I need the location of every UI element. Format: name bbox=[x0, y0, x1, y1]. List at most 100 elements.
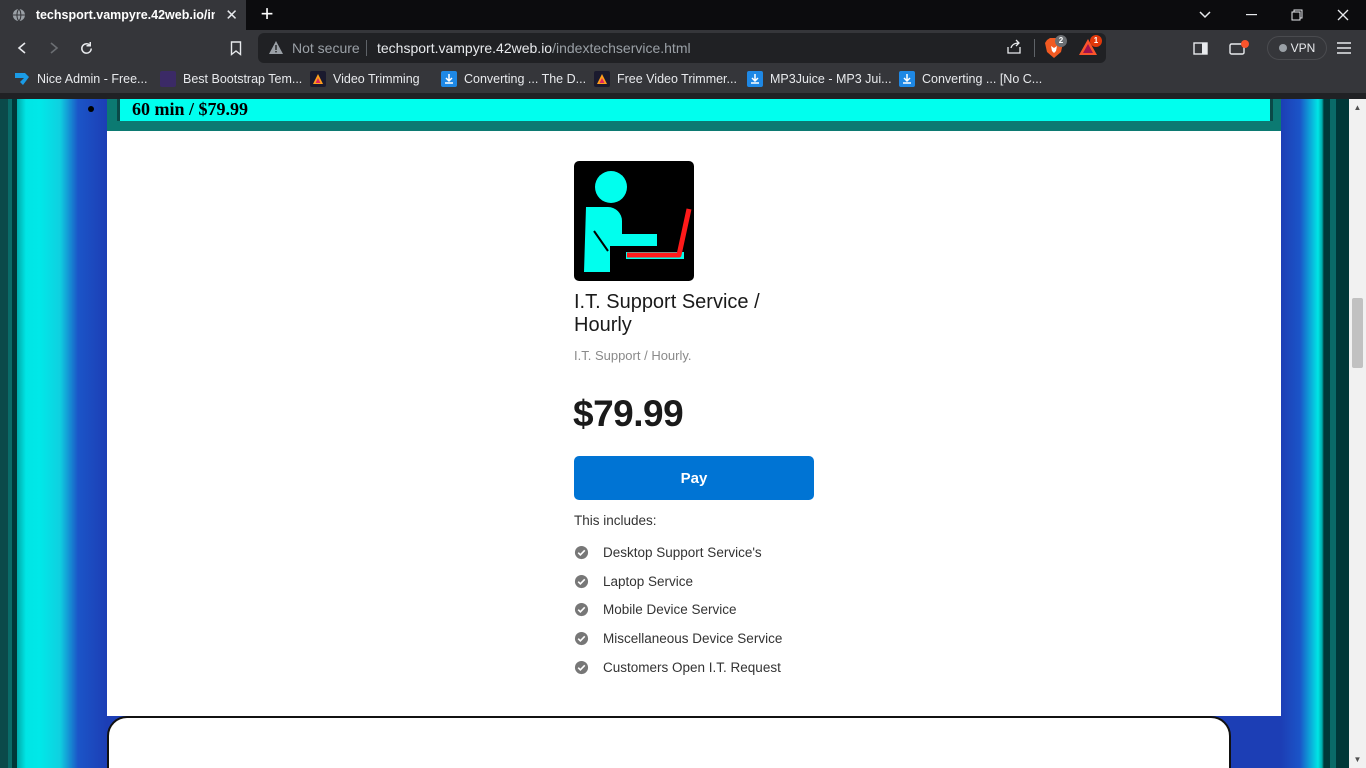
price-banner-inner: 60 min / $79.99 bbox=[117, 99, 1273, 121]
page-viewport: 60 min / $79.99 I.T. Support Service / H… bbox=[0, 99, 1349, 768]
nice-admin-icon bbox=[14, 71, 30, 87]
feature-item: Laptop Service bbox=[574, 567, 782, 596]
bookmark-item-video-trimming[interactable]: Video Trimming bbox=[310, 71, 420, 87]
rewards-count-badge: 1 bbox=[1090, 35, 1102, 47]
bookmark-item-nice-admin[interactable]: Nice Admin - Free... bbox=[14, 71, 147, 87]
minimize-button[interactable] bbox=[1228, 0, 1274, 30]
url-host: techsport.vampyre.42web.io bbox=[377, 40, 553, 56]
url-path: /indextechservice.html bbox=[552, 40, 691, 56]
includes-label: This includes: bbox=[574, 513, 657, 528]
bootstrap-icon bbox=[160, 71, 176, 87]
wallet-icon bbox=[1229, 40, 1249, 55]
url-text[interactable]: techsport.vampyre.42web.io/indextechserv… bbox=[377, 40, 691, 56]
security-label: Not secure bbox=[292, 40, 360, 56]
tab-close-icon[interactable]: ✕ bbox=[225, 6, 238, 24]
bookmark-label: Nice Admin - Free... bbox=[37, 72, 148, 86]
share-icon[interactable] bbox=[1006, 39, 1022, 55]
scroll-up-arrow-icon[interactable]: ▲ bbox=[1349, 99, 1366, 116]
bookmark-label: Free Video Trimmer... bbox=[617, 72, 737, 86]
product-subtitle: I.T. Support / Hourly. bbox=[574, 348, 692, 363]
back-arrow-icon bbox=[17, 42, 26, 54]
globe-icon bbox=[12, 8, 25, 22]
bookmark-button[interactable] bbox=[224, 36, 248, 60]
bookmark-label: Video Trimming bbox=[333, 72, 420, 86]
address-bar[interactable]: Not secure techsport.vampyre.42web.io/in… bbox=[258, 33, 1106, 63]
browser-tab[interactable]: techsport.vampyre.42web.io/indextechserv… bbox=[0, 0, 246, 30]
it-support-person-icon bbox=[584, 171, 692, 272]
price-banner: 60 min / $79.99 bbox=[107, 99, 1281, 131]
forward-button[interactable] bbox=[42, 36, 66, 60]
product-title: I.T. Support Service / Hourly bbox=[574, 291, 760, 336]
vpn-label: VPN bbox=[1290, 41, 1316, 55]
mp3juice-icon bbox=[747, 71, 763, 87]
feature-text: Laptop Service bbox=[603, 573, 694, 589]
bookmark-item-bootstrap[interactable]: Best Bootstrap Tem... bbox=[160, 71, 302, 87]
feature-item: Desktop Support Service's bbox=[574, 538, 782, 567]
bookmark-label: Converting ... The D... bbox=[464, 72, 587, 86]
bookmark-item-free-video-trimmer[interactable]: Free Video Trimmer... bbox=[594, 71, 737, 87]
reload-button[interactable] bbox=[74, 36, 98, 60]
feature-item: Customers Open I.T. Request bbox=[574, 653, 782, 682]
scroll-down-arrow-icon[interactable]: ▼ bbox=[1349, 751, 1366, 768]
hamburger-menu-icon bbox=[1337, 42, 1351, 54]
browser-toolbar: Not secure techsport.vampyre.42web.io/in… bbox=[0, 30, 1366, 66]
bookmark-item-mp3juice[interactable]: MP3Juice - MP3 Jui... bbox=[747, 71, 892, 87]
feature-text: Desktop Support Service's bbox=[603, 544, 762, 560]
check-circle-icon bbox=[574, 574, 589, 588]
next-section-panel bbox=[107, 716, 1231, 768]
back-button[interactable] bbox=[10, 36, 34, 60]
new-tab-button[interactable]: + bbox=[255, 3, 279, 27]
pay-button[interactable]: Pay bbox=[574, 456, 814, 500]
menu-button[interactable] bbox=[1332, 36, 1356, 60]
bookmark-icon bbox=[230, 40, 242, 56]
feature-text: Miscellaneous Device Service bbox=[603, 631, 783, 647]
check-circle-icon bbox=[574, 545, 589, 559]
close-icon bbox=[1337, 9, 1349, 21]
chevron-down-icon bbox=[1199, 11, 1211, 19]
restore-button[interactable] bbox=[1274, 0, 1320, 30]
list-bullet bbox=[88, 106, 94, 112]
download-icon bbox=[441, 71, 457, 87]
warning-icon bbox=[269, 41, 283, 54]
tab-strip: techsport.vampyre.42web.io/indextechserv… bbox=[0, 0, 1366, 30]
product-image bbox=[574, 161, 694, 281]
scroll-thumb[interactable] bbox=[1352, 298, 1363, 368]
check-circle-icon bbox=[574, 603, 589, 617]
page-scrollbar[interactable]: ▲ ▼ bbox=[1349, 99, 1366, 768]
banner-price-text: 60 min / $79.99 bbox=[132, 99, 249, 119]
address-separator bbox=[366, 40, 367, 56]
reload-icon bbox=[80, 41, 92, 54]
clideo-icon bbox=[310, 71, 326, 87]
bookmark-item-converting-2[interactable]: Converting ... [No C... bbox=[899, 71, 1042, 87]
shields-count-badge: 2 bbox=[1055, 35, 1067, 47]
minimize-icon bbox=[1245, 14, 1257, 16]
bookmark-label: MP3Juice - MP3 Jui... bbox=[770, 72, 892, 86]
sidebar-icon bbox=[1192, 41, 1208, 55]
forward-arrow-icon bbox=[50, 42, 59, 54]
check-circle-icon bbox=[574, 661, 589, 675]
bookmark-item-converting-1[interactable]: Converting ... The D... bbox=[441, 71, 586, 87]
feature-item: Mobile Device Service bbox=[574, 596, 782, 625]
vpn-status-dot bbox=[1278, 44, 1287, 52]
clideo-icon bbox=[594, 71, 610, 87]
check-circle-icon bbox=[574, 632, 589, 646]
brave-rewards-button[interactable]: 1 bbox=[1078, 35, 1102, 62]
vpn-button[interactable]: VPN bbox=[1267, 36, 1327, 60]
tab-title: techsport.vampyre.42web.io/indextechserv… bbox=[35, 8, 216, 22]
feature-text: Customers Open I.T. Request bbox=[603, 660, 781, 676]
checkout-card: I.T. Support Service / Hourly I.T. Suppo… bbox=[107, 131, 1281, 716]
feature-list: Desktop Support Service's Laptop Service… bbox=[574, 538, 782, 682]
feature-text: Mobile Device Service bbox=[603, 602, 737, 618]
feature-item: Miscellaneous Device Service bbox=[574, 624, 782, 653]
bookmark-label: Best Bootstrap Tem... bbox=[183, 72, 303, 86]
tab-search-button[interactable] bbox=[1182, 0, 1228, 30]
close-window-button[interactable] bbox=[1320, 0, 1366, 30]
bookmark-label: Converting ... [No C... bbox=[922, 72, 1043, 86]
wallet-button[interactable] bbox=[1227, 36, 1251, 60]
download-icon bbox=[899, 71, 915, 87]
bookmarks-bar: Nice Admin - Free... Best Bootstrap Tem.… bbox=[0, 66, 1366, 94]
product-price: $79.99 bbox=[573, 393, 684, 434]
omnibox-divider bbox=[1034, 39, 1035, 57]
sidebar-toggle-button[interactable] bbox=[1188, 36, 1212, 60]
brave-shields-button[interactable]: 2 bbox=[1044, 35, 1067, 64]
